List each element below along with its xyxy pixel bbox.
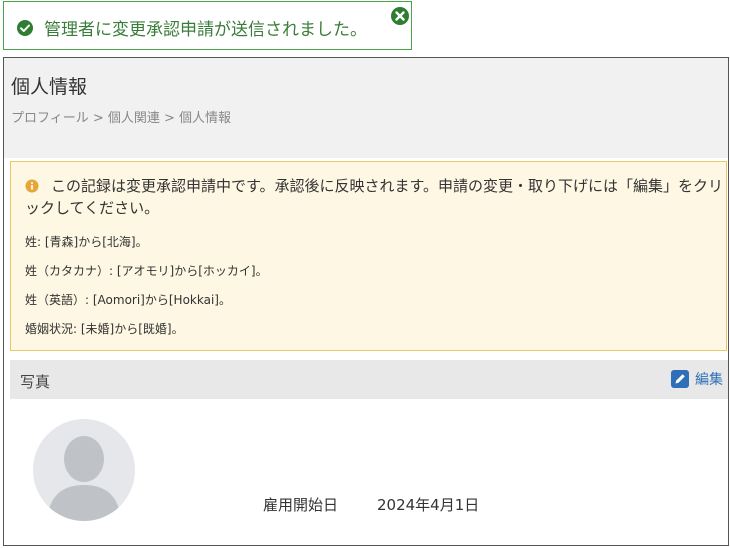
edit-icon (671, 370, 689, 388)
success-toast: 管理者に変更承認申請が送信されました。 (3, 1, 412, 50)
hire-date-label: 雇用開始日 (263, 496, 339, 514)
change-item: 姓（カタカナ）: [アオモリ]から[ホッカイ]。 (25, 264, 268, 278)
page-header: 個人情報 プロフィール > 個人関連 > 個人情報 (4, 58, 728, 158)
breadcrumb: プロフィール > 個人関連 > 個人情報 (11, 111, 232, 126)
personal-info-panel: 個人情報 プロフィール > 個人関連 > 個人情報 この記録は変更承認申請中です… (3, 57, 729, 546)
close-icon[interactable] (390, 6, 410, 26)
edit-label: 編集 (695, 372, 723, 388)
page-title: 個人情報 (11, 76, 88, 98)
check-circle-icon (17, 20, 33, 36)
edit-button[interactable]: 編集 (671, 369, 723, 389)
alert-message: この記録は変更承認申請中です。承認後に反映されます。申請の変更・取り下げには「編… (25, 177, 724, 217)
section-title: 写真 (20, 373, 51, 391)
alert-message-container: この記録は変更承認申請中です。承認後に反映されます。申請の変更・取り下げには「編… (25, 175, 725, 219)
hire-date-value: 2024年4月1日 (377, 496, 480, 514)
photo-section-body: 雇用開始日 2024年4月1日 (10, 399, 728, 545)
change-item: 姓（英語）: [Aomori]から[Hokkai]。 (25, 293, 231, 307)
change-item: 姓: [青森]から[北海]。 (25, 235, 148, 249)
pending-approval-alert: この記録は変更承認申請中です。承認後に反映されます。申請の変更・取り下げには「編… (10, 161, 727, 351)
avatar-placeholder-icon (33, 419, 135, 521)
photo-section-header: 写真 編集 (10, 360, 728, 399)
toast-message: 管理者に変更承認申請が送信されました。 (44, 20, 367, 40)
change-item: 婚姻状況: [未婚]から[既婚]。 (25, 322, 184, 336)
